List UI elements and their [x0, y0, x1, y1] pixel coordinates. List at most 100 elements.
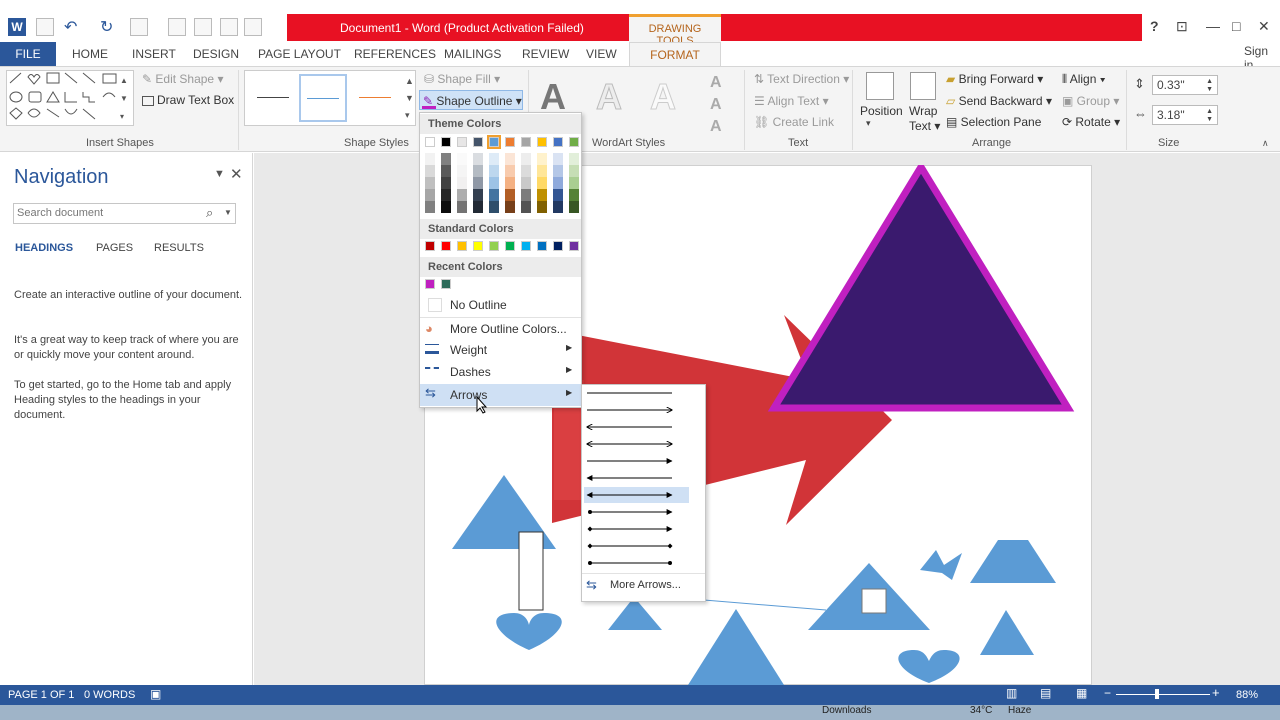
- edit-shape-button[interactable]: ✎ Edit Shape ▾: [142, 72, 223, 86]
- theme-color-swatch[interactable]: [487, 135, 501, 149]
- tab-format[interactable]: FORMAT: [629, 42, 721, 67]
- theme-shade-swatch[interactable]: [521, 165, 531, 177]
- theme-shade-swatch[interactable]: [505, 189, 515, 201]
- tab-references[interactable]: REFERENCES: [354, 42, 436, 66]
- theme-color-swatch[interactable]: [569, 137, 579, 147]
- ribbon-display-icon[interactable]: ⊡: [1176, 18, 1188, 35]
- theme-shade-swatch[interactable]: [473, 153, 483, 165]
- nav-options-icon[interactable]: ▼: [214, 168, 225, 180]
- tab-view[interactable]: VIEW: [586, 42, 617, 66]
- theme-shade-swatch[interactable]: [537, 165, 547, 177]
- theme-shade-swatch[interactable]: [537, 153, 547, 165]
- save-icon[interactable]: [36, 18, 54, 36]
- bring-forward-button[interactable]: ▰ Bring Forward ▾: [946, 72, 1043, 86]
- search-icon[interactable]: ⌕: [206, 205, 213, 221]
- recent-color-swatch[interactable]: [425, 279, 435, 289]
- position-icon[interactable]: [866, 72, 894, 100]
- shapes-gallery[interactable]: ▲ ▼ ▾: [6, 70, 134, 126]
- zoom-level[interactable]: 88%: [1236, 689, 1258, 701]
- tab-file[interactable]: FILE: [0, 42, 56, 66]
- weight-item[interactable]: Weight ▶: [420, 339, 581, 361]
- more-outline-colors-item[interactable]: ◕ More Outline Colors...: [420, 317, 581, 339]
- nav-tab-results[interactable]: RESULTS: [154, 242, 204, 254]
- align-button[interactable]: ⫴ Align ▾: [1062, 72, 1106, 87]
- theme-shade-swatch[interactable]: [537, 201, 547, 213]
- theme-shade-swatch[interactable]: [569, 153, 579, 165]
- theme-shade-swatch[interactable]: [489, 153, 499, 165]
- theme-shade-swatch[interactable]: [521, 201, 531, 213]
- more-arrows-item[interactable]: ⇆ More Arrows...: [582, 573, 705, 597]
- standard-color-swatch[interactable]: [473, 241, 483, 251]
- tab-design[interactable]: DESIGN: [193, 42, 239, 66]
- no-outline-item[interactable]: No Outline: [420, 294, 581, 316]
- zoom-in-icon[interactable]: +: [1212, 685, 1220, 700]
- minimize-button[interactable]: —: [1206, 18, 1220, 34]
- theme-shade-swatch[interactable]: [441, 189, 451, 201]
- shape-fill-button[interactable]: ⛁ Shape Fill ▾: [424, 72, 500, 86]
- theme-shade-swatch[interactable]: [489, 165, 499, 177]
- width-spinner-icon[interactable]: ▲ ▼: [1206, 108, 1213, 124]
- web-layout-icon[interactable]: ▦: [1076, 686, 1087, 700]
- theme-shade-swatch[interactable]: [457, 153, 467, 165]
- theme-shade-swatch[interactable]: [457, 201, 467, 213]
- layout-options-icon[interactable]: [861, 588, 887, 614]
- theme-color-swatch[interactable]: [521, 137, 531, 147]
- theme-shade-swatch[interactable]: [569, 177, 579, 189]
- heart-shape-right[interactable]: [898, 650, 960, 683]
- theme-shade-swatch[interactable]: [489, 201, 499, 213]
- shape-style-black[interactable]: [251, 74, 295, 122]
- theme-color-swatch[interactable]: [537, 137, 547, 147]
- standard-color-swatch[interactable]: [553, 241, 563, 251]
- shapes-qat-icon[interactable]: [244, 18, 262, 36]
- position-dropdown-icon[interactable]: ▾: [866, 118, 871, 129]
- theme-shade-swatch[interactable]: [569, 165, 579, 177]
- maximize-button[interactable]: □: [1232, 18, 1240, 34]
- tab-page-layout[interactable]: PAGE LAYOUT: [258, 42, 341, 66]
- connector-line[interactable]: [703, 599, 827, 611]
- nav-close-icon[interactable]: ✕: [230, 165, 243, 183]
- word-logo-icon[interactable]: W: [8, 18, 26, 36]
- standard-color-swatch[interactable]: [521, 241, 531, 251]
- nav-tab-pages[interactable]: PAGES: [96, 242, 133, 254]
- trapezoid-shape[interactable]: [970, 540, 1056, 583]
- send-backward-button[interactable]: ▱ Send Backward ▾: [946, 94, 1052, 108]
- theme-shade-swatch[interactable]: [425, 153, 435, 165]
- proofing-icon[interactable]: ▣: [150, 687, 161, 701]
- theme-shade-swatch[interactable]: [473, 177, 483, 189]
- search-dropdown-icon[interactable]: ▼: [224, 208, 232, 217]
- theme-shade-swatch[interactable]: [521, 153, 531, 165]
- open-icon[interactable]: [220, 18, 238, 36]
- rotate-button[interactable]: ⟳ Rotate ▾: [1062, 115, 1120, 129]
- theme-color-swatch[interactable]: [553, 137, 563, 147]
- group-button[interactable]: ▣ Group ▾: [1062, 94, 1119, 108]
- theme-color-swatch[interactable]: [473, 137, 483, 147]
- word-count[interactable]: 0 WORDS: [84, 689, 135, 701]
- theme-shade-swatch[interactable]: [537, 177, 547, 189]
- theme-shade-swatch[interactable]: [569, 189, 579, 201]
- theme-shade-swatch[interactable]: [505, 201, 515, 213]
- nav-tab-headings[interactable]: HEADINGS: [15, 242, 73, 254]
- theme-shade-swatch[interactable]: [425, 177, 435, 189]
- redo-icon[interactable]: ↻: [100, 17, 113, 37]
- zoom-out-icon[interactable]: −: [1104, 686, 1111, 700]
- theme-shade-swatch[interactable]: [505, 177, 515, 189]
- shape-height-input[interactable]: 0.33" ▲ ▼: [1152, 75, 1218, 95]
- large-blue-triangle-shape[interactable]: [688, 609, 784, 685]
- wrap-text-button[interactable]: Wrap: [909, 104, 937, 118]
- tab-insert[interactable]: INSERT: [132, 42, 176, 66]
- theme-shade-swatch[interactable]: [505, 165, 515, 177]
- spelling-icon[interactable]: [130, 18, 148, 36]
- wordart-style-3[interactable]: A: [650, 76, 677, 118]
- recent-color-swatch[interactable]: [441, 279, 451, 289]
- arrows-item[interactable]: ⇆ Arrows ▶: [420, 384, 581, 406]
- create-link-button[interactable]: ⛓ Create Link: [754, 115, 834, 129]
- standard-color-swatch[interactable]: [457, 241, 467, 251]
- print-preview-icon[interactable]: [194, 18, 212, 36]
- standard-color-swatch[interactable]: [425, 241, 435, 251]
- theme-shade-swatch[interactable]: [553, 201, 563, 213]
- theme-shade-swatch[interactable]: [425, 201, 435, 213]
- height-spinner-icon[interactable]: ▲ ▼: [1206, 78, 1213, 94]
- tab-mailings[interactable]: MAILINGS: [444, 42, 501, 66]
- rectangle-shape[interactable]: [518, 531, 544, 611]
- theme-shade-swatch[interactable]: [489, 189, 499, 201]
